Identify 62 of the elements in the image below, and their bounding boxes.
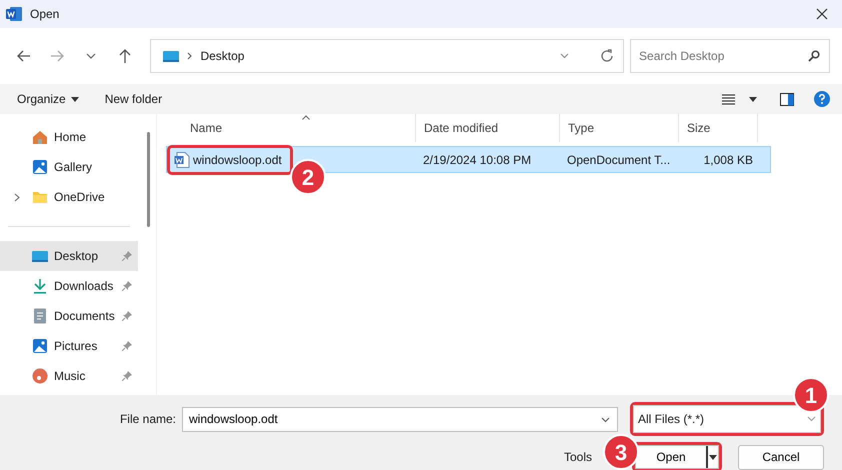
- cancel-button[interactable]: Cancel: [738, 444, 824, 470]
- sidebar-item[interactable]: OneDrive: [0, 182, 138, 212]
- chevron-down-icon: [560, 53, 570, 59]
- view-options-button[interactable]: [719, 92, 760, 106]
- address-bar[interactable]: Desktop: [150, 39, 624, 73]
- close-icon: [816, 8, 828, 20]
- document-icon: [174, 152, 190, 168]
- sidebar-item[interactable]: Home: [0, 122, 138, 152]
- desktop-icon: [163, 48, 180, 64]
- sidebar-item[interactable]: Documents: [0, 301, 138, 331]
- preview-pane-icon[interactable]: [780, 92, 794, 106]
- download-icon: [32, 278, 48, 294]
- chevron-down-icon: [807, 416, 816, 422]
- up-arrow-icon: [118, 48, 132, 64]
- sidebar-item[interactable]: Music: [0, 361, 138, 391]
- image-icon: [32, 338, 48, 354]
- callout-badge: 3: [603, 434, 639, 470]
- search-field[interactable]: Search Desktop: [630, 39, 830, 73]
- image-icon: [32, 159, 48, 175]
- open-button[interactable]: Open: [635, 445, 719, 469]
- breadcrumb-item[interactable]: Desktop: [200, 47, 244, 65]
- callout-badge: 2: [290, 159, 326, 195]
- refresh-icon[interactable]: [599, 48, 616, 64]
- chevron-down-icon: [601, 416, 610, 422]
- split-dropdown-button[interactable]: [706, 446, 718, 468]
- new-folder-button[interactable]: New folder: [102, 88, 166, 110]
- column-header[interactable]: Size: [679, 114, 758, 142]
- file-type: OpenDocument T...: [566, 152, 672, 168]
- sidebar-item[interactable]: Pictures: [0, 331, 138, 361]
- file-name-field[interactable]: windowsloop.odt: [182, 406, 618, 432]
- desktop-icon: [32, 248, 48, 264]
- window-title: Open: [30, 6, 60, 23]
- scrollbar-thumb[interactable]: [146, 132, 150, 227]
- column-header[interactable]: Type: [560, 114, 679, 142]
- app-icon: [6, 6, 22, 22]
- file-name: windowsloop.odt: [193, 152, 282, 168]
- back-arrow-icon: [16, 49, 32, 63]
- sidebar-item[interactable]: Desktop: [0, 241, 138, 271]
- help-icon[interactable]: [814, 91, 830, 107]
- forward-arrow-icon: [49, 49, 66, 63]
- search-icon: [808, 50, 820, 62]
- column-header[interactable]: Date modified: [416, 114, 560, 142]
- sidebar-item[interactable]: Downloads: [0, 271, 138, 301]
- file-date: 2/19/2024 10:08 PM: [422, 152, 532, 168]
- document-icon: [32, 308, 48, 324]
- caret-icon: [709, 454, 717, 460]
- folder-icon: [32, 189, 48, 205]
- chevron-right-icon: [187, 52, 192, 60]
- sort-ascending-icon: [302, 115, 310, 120]
- caret-icon: [70, 96, 79, 102]
- caret-icon: [749, 96, 757, 102]
- chevron-down-icon: [86, 53, 96, 59]
- file-type-dropdown[interactable]: All Files (*.*): [633, 405, 821, 433]
- list-view-icon: [722, 94, 735, 104]
- sidebar-item[interactable]: Gallery: [0, 152, 138, 182]
- music-icon: [32, 368, 48, 384]
- tools-menu[interactable]: Tools: [564, 448, 592, 466]
- organize-menu[interactable]: Organize: [14, 88, 82, 110]
- column-header[interactable]: Name: [166, 114, 416, 142]
- file-name-label: File name:: [120, 411, 176, 428]
- home-icon: [32, 129, 48, 145]
- file-size: 1,008 KB: [702, 152, 754, 168]
